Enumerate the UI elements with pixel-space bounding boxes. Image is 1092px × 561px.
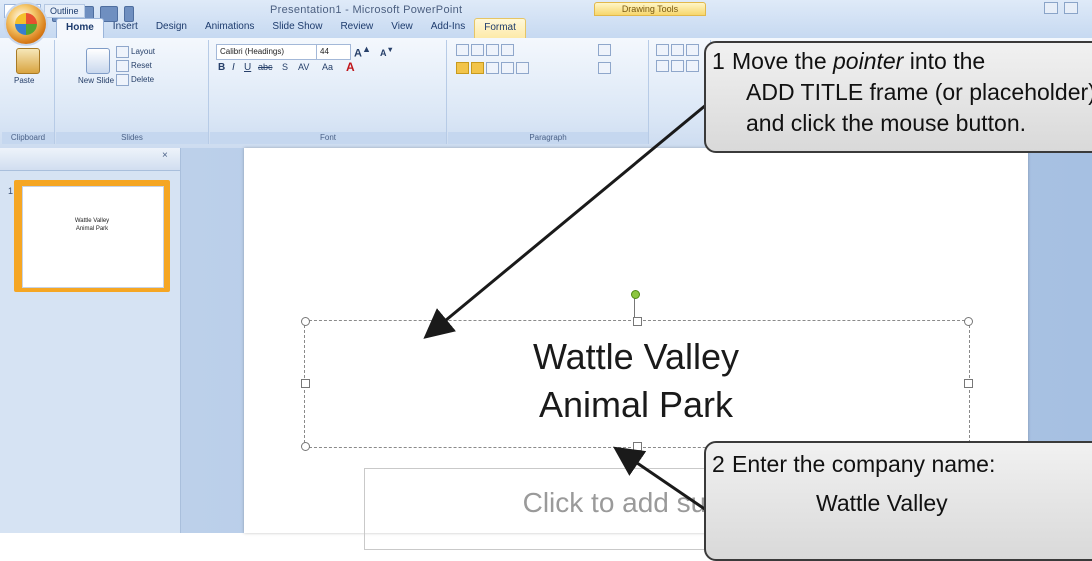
- align-icons[interactable]: [456, 62, 531, 74]
- resize-handle-tr[interactable]: [964, 317, 973, 326]
- paste-icon[interactable]: [16, 48, 40, 74]
- tab-home[interactable]: Home: [56, 18, 104, 39]
- instruction-callout-1: 1 Move the pointer into the ADD TITLE fr…: [704, 41, 1092, 153]
- contextual-tab-header: Drawing Tools: [594, 2, 706, 16]
- reset-label: Reset: [131, 61, 152, 71]
- tab-add-ins[interactable]: Add-Ins: [422, 18, 474, 38]
- tab-view[interactable]: View: [382, 18, 422, 38]
- slide-title-line1[interactable]: Wattle Valley: [304, 336, 968, 378]
- tab-format[interactable]: Format: [474, 18, 526, 39]
- office-logo-icon: [15, 13, 37, 35]
- office-button[interactable]: [6, 4, 46, 44]
- slides-group: New Slide Layout Reset Delete Slides: [56, 40, 209, 144]
- resize-handle-bl[interactable]: [301, 442, 310, 451]
- strikethrough-icon[interactable]: abc: [258, 62, 273, 72]
- tab-outline[interactable]: Outline: [44, 4, 85, 18]
- pane-tabs: [0, 148, 180, 171]
- text-direction-icon[interactable]: [598, 44, 613, 56]
- instruction-callout-2: 2 Enter the company name: Wattle Valley: [704, 441, 1092, 561]
- tab-design[interactable]: Design: [147, 18, 196, 38]
- resize-handle-b[interactable]: [633, 442, 642, 451]
- window-title: Presentation1 - Microsoft PowerPoint: [270, 4, 463, 16]
- rotation-handle[interactable]: [631, 290, 640, 299]
- delete-button[interactable]: Delete: [116, 74, 154, 86]
- callout-1-pointer-word: pointer: [833, 48, 904, 74]
- resize-handle-tl[interactable]: [301, 317, 310, 326]
- shapes-icon[interactable]: [656, 44, 701, 56]
- callout-1-line1: Move the pointer into the: [732, 46, 1092, 77]
- window-controls: [1044, 2, 1078, 14]
- callout-1-line3: and click the mouse button.: [746, 110, 1026, 136]
- layout-button[interactable]: Layout: [116, 46, 155, 58]
- minimize-button[interactable]: [1044, 2, 1058, 14]
- callout-2-line2: Wattle Valley: [816, 490, 948, 516]
- delete-label: Delete: [131, 75, 155, 85]
- shapes-row2-icon[interactable]: [656, 60, 701, 72]
- new-slide-button[interactable]: New Slide: [78, 76, 114, 85]
- change-case-icon[interactable]: Aa: [322, 62, 333, 72]
- slide-number: 1: [8, 186, 14, 196]
- font-group-label: Font: [210, 132, 446, 144]
- callout-1-line1-post: into the: [903, 48, 986, 74]
- layout-icon: [116, 46, 129, 58]
- ribbon-tabs: Home Insert Design Animations Slide Show…: [56, 18, 526, 39]
- tab-insert[interactable]: Insert: [104, 18, 147, 38]
- slide-title-line2[interactable]: Animal Park: [304, 384, 968, 426]
- close-icon[interactable]: ×: [162, 150, 168, 161]
- italic-icon[interactable]: I: [232, 62, 235, 73]
- layout-label: Layout: [131, 47, 156, 57]
- rotation-stem: [634, 297, 635, 319]
- char-spacing-icon[interactable]: AV: [298, 62, 309, 72]
- paragraph-group-label: Paragraph: [448, 132, 648, 144]
- new-slide-icon[interactable]: [86, 48, 110, 74]
- callout-2-line1: Enter the company name:: [732, 451, 996, 477]
- clipboard-group-label: Clipboard: [2, 132, 54, 144]
- callout-1-line2: ADD TITLE frame (or placeholder): [746, 79, 1092, 105]
- paragraph-group: Paragraph: [448, 40, 649, 144]
- bullets-icon[interactable]: [456, 44, 516, 56]
- tab-slide-show[interactable]: Slide Show: [263, 18, 331, 38]
- grow-font-icon[interactable]: A▲: [354, 44, 371, 60]
- font-name-combo[interactable]: Calibri (Headings): [216, 44, 317, 60]
- drawing-group: [650, 40, 711, 144]
- callout-1-line1-pre: Move the: [732, 48, 833, 74]
- thumbnail-title-line2: Animal Park: [75, 226, 109, 232]
- shrink-font-icon[interactable]: A▼: [380, 45, 394, 58]
- slides-group-label: Slides: [56, 132, 208, 144]
- bold-icon[interactable]: B: [218, 62, 225, 73]
- tab-animations[interactable]: Animations: [196, 18, 263, 38]
- underline-icon[interactable]: U: [244, 62, 251, 73]
- callout-2-number: 2: [712, 451, 725, 477]
- callout-1-number: 1: [712, 48, 725, 74]
- resize-handle-t[interactable]: [633, 317, 642, 326]
- font-color-icon[interactable]: A: [346, 60, 355, 74]
- thumbnail-title-line1: Wattle Valley: [74, 218, 110, 224]
- font-group: Calibri (Headings) 44 A▲ A▼ B I U abc S …: [210, 40, 447, 144]
- shadow-icon[interactable]: S: [282, 62, 288, 72]
- align-text-icon[interactable]: [598, 62, 613, 74]
- slide-thumbnail[interactable]: [22, 186, 164, 288]
- maximize-button[interactable]: [1064, 2, 1078, 14]
- paste-button[interactable]: Paste: [14, 76, 34, 85]
- reset-button[interactable]: Reset: [116, 60, 152, 72]
- delete-icon: [116, 74, 129, 86]
- font-size-combo[interactable]: 44: [316, 44, 351, 60]
- tab-review[interactable]: Review: [331, 18, 382, 38]
- reset-icon: [116, 60, 129, 72]
- clipboard-group: Paste Clipboard: [2, 40, 55, 144]
